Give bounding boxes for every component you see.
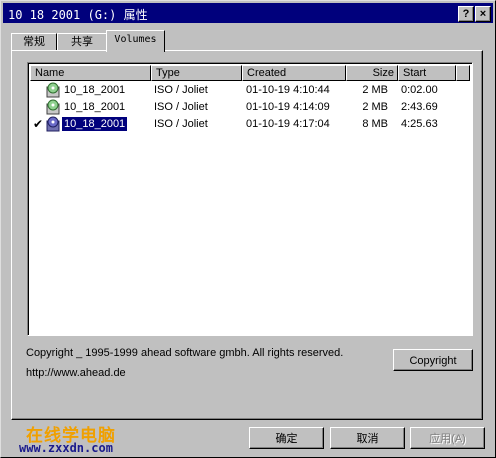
row-name: 10_18_2001	[64, 101, 126, 113]
tab-sharing-label: 共享	[71, 36, 93, 48]
row-created: 01-10-19 4:10:44	[246, 84, 330, 96]
tab-volumes[interactable]: Volumes	[106, 30, 165, 52]
help-button[interactable]: ?	[458, 6, 474, 22]
ok-button[interactable]: 确定	[249, 427, 324, 449]
row-created: 01-10-19 4:17:04	[246, 118, 330, 130]
ok-button-label: 确定	[275, 433, 298, 445]
row-name: 10_18_2001	[60, 116, 129, 132]
copyright-button[interactable]: Copyright	[393, 349, 473, 371]
apply-button[interactable]: 应用(A)	[410, 427, 485, 449]
column-header-type-label: Type	[156, 67, 180, 79]
row-size: 8 MB	[362, 118, 388, 130]
row-start: 0:02.00	[401, 84, 438, 96]
row-size: 2 MB	[362, 101, 388, 113]
cancel-button-label: 取消	[356, 433, 379, 445]
help-icon: ?	[462, 8, 470, 20]
tab-sharing[interactable]: 共享	[57, 33, 107, 51]
list-item[interactable]: 10_18_2001 ISO / Joliet 01-10-19 4:10:44…	[28, 82, 468, 99]
window-title: 10 18 2001 (G:) 属性	[8, 8, 148, 22]
disc-image-icon	[46, 99, 60, 115]
tab-volumes-label: Volumes	[114, 34, 157, 45]
column-header-size-label: Size	[372, 67, 394, 79]
list-item[interactable]: ✔ 10_18_2001 ISO / Joliet 01-10-19 4:17:…	[28, 116, 468, 133]
apply-button-label: 应用(A)	[429, 433, 466, 445]
tab-general[interactable]: 常规	[11, 33, 57, 51]
cancel-button[interactable]: 取消	[330, 427, 405, 449]
list-item[interactable]: 10_18_2001 ISO / Joliet 01-10-19 4:14:09…	[28, 99, 468, 116]
column-header-created-label: Created	[247, 67, 287, 79]
column-header-name[interactable]: Name	[30, 65, 151, 81]
row-name: 10_18_2001	[64, 84, 126, 96]
checkmark-icon: ✔	[33, 117, 44, 131]
column-header-filler	[456, 65, 470, 81]
watermark-url: www.zxxdn.com	[19, 441, 113, 455]
row-start: 4:25.63	[401, 118, 438, 130]
column-header-start-label: Start	[403, 67, 427, 79]
column-header-type[interactable]: Type	[151, 65, 242, 81]
row-type: ISO / Joliet	[154, 101, 208, 113]
close-icon: ×	[479, 8, 487, 20]
copyright-text: Copyright _ 1995-1999 ahead software gmb…	[26, 347, 344, 359]
volumes-list[interactable]: Name Type Created Size Start 10_18_2001 …	[27, 62, 473, 336]
row-start: 2:43.69	[401, 101, 438, 113]
row-type: ISO / Joliet	[154, 84, 208, 96]
column-header-name-label: Name	[35, 67, 65, 79]
properties-dialog: 10 18 2001 (G:) 属性 ? × 常规 共享 Volumes Nam…	[0, 0, 496, 458]
close-button[interactable]: ×	[475, 6, 491, 22]
title-bar[interactable]: 10 18 2001 (G:) 属性 ? ×	[3, 3, 493, 23]
column-header-start[interactable]: Start	[398, 65, 456, 81]
website-url: http://www.ahead.de	[26, 367, 126, 379]
disc-image-icon	[46, 116, 60, 132]
row-size: 2 MB	[362, 84, 388, 96]
row-created: 01-10-19 4:14:09	[246, 101, 330, 113]
copyright-button-label: Copyright	[409, 355, 457, 367]
column-header-created[interactable]: Created	[242, 65, 346, 81]
column-header-size[interactable]: Size	[346, 65, 398, 81]
row-type: ISO / Joliet	[154, 118, 208, 130]
tab-general-label: 常规	[23, 36, 45, 48]
disc-image-icon	[46, 82, 60, 98]
